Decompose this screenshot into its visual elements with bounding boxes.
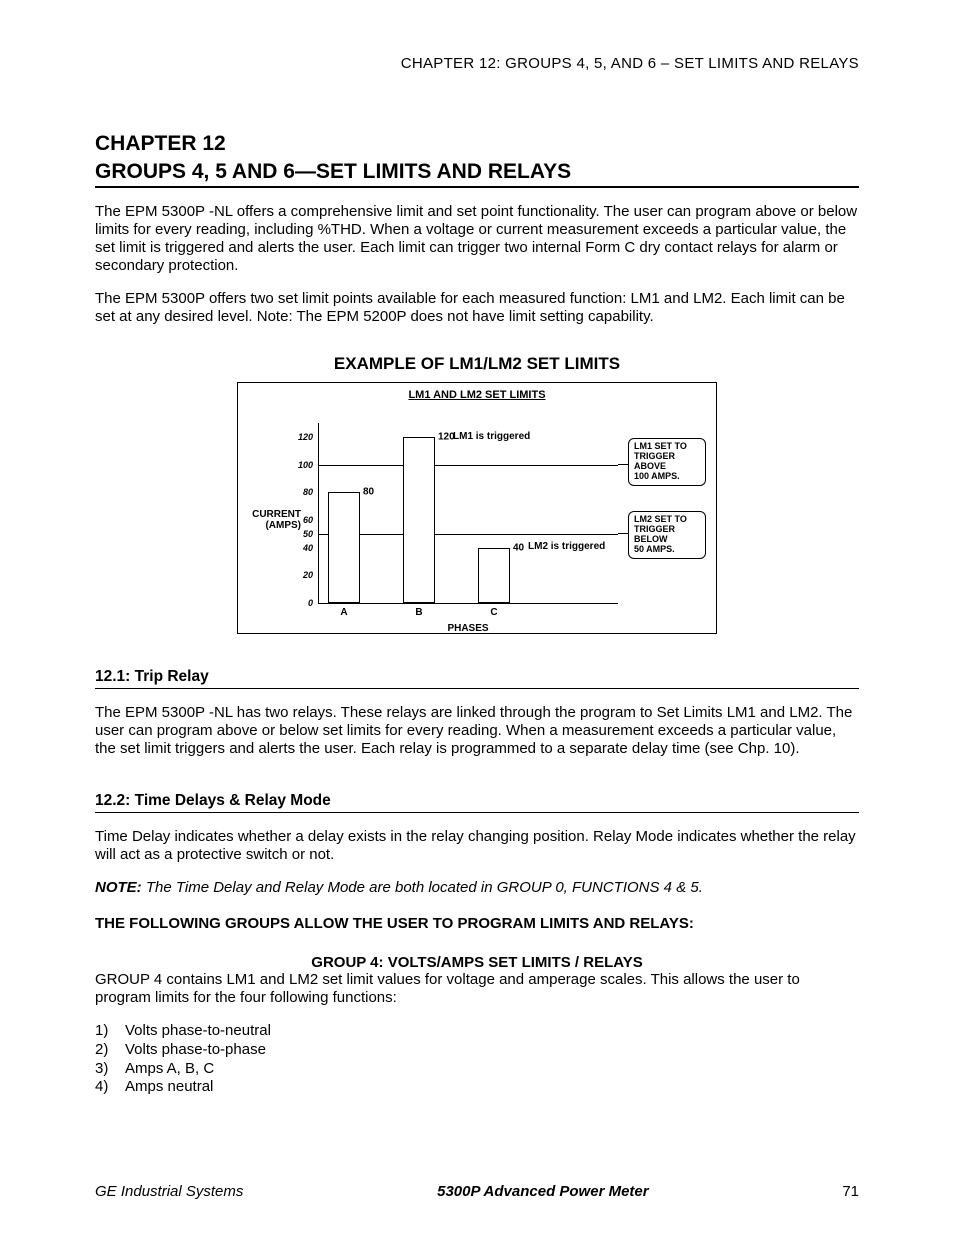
lm1-callout: LM1 SET TO TRIGGER ABOVE 100 AMPS.: [628, 438, 706, 486]
lm1-limit-line: [318, 465, 618, 466]
intro-paragraph-2: The EPM 5300P offers two set limit point…: [95, 290, 859, 326]
x-axis-label: PHASES: [447, 623, 488, 634]
lm1-lm2-chart: LM1 AND LM2 SET LIMITS CURRENT (AMPS) 0 …: [237, 382, 717, 634]
page-footer: GE Industrial Systems 5300P Advanced Pow…: [95, 1183, 859, 1200]
footer-product: 5300P Advanced Power Meter: [437, 1183, 648, 1200]
page-header: CHAPTER 12: GROUPS 4, 5, AND 6 – SET LIM…: [95, 55, 859, 72]
lm2-limit-line: [318, 534, 618, 535]
footer-company: GE Industrial Systems: [95, 1183, 243, 1200]
intro-paragraph-1: The EPM 5300P -NL offers a comprehensive…: [95, 203, 859, 275]
chart-inner-title: LM1 AND LM2 SET LIMITS: [408, 389, 545, 401]
group-4-function-list: 1)Volts phase-to-neutral 2)Volts phase-t…: [95, 1022, 859, 1097]
page-number: 71: [842, 1183, 859, 1200]
bar-phase-b: [403, 437, 435, 603]
list-item: 2)Volts phase-to-phase: [95, 1041, 859, 1060]
bar-phase-a: [328, 492, 360, 603]
note-line: NOTE: The Time Delay and Relay Mode are …: [95, 879, 859, 897]
list-item: 3)Amps A, B, C: [95, 1060, 859, 1079]
group-4-heading: GROUP 4: VOLTS/AMPS SET LIMITS / RELAYS: [95, 954, 859, 971]
section-12-1-body: The EPM 5300P -NL has two relays. These …: [95, 704, 859, 758]
bar-phase-c: [478, 548, 510, 603]
list-item: 4)Amps neutral: [95, 1078, 859, 1097]
lm2-trigger-label: LM2 is triggered: [528, 541, 605, 552]
chapter-number: CHAPTER 12: [95, 132, 859, 156]
example-heading: EXAMPLE OF LM1/LM2 SET LIMITS: [95, 354, 859, 374]
document-page: CHAPTER 12: GROUPS 4, 5, AND 6 – SET LIM…: [0, 0, 954, 1235]
lm2-callout: LM2 SET TO TRIGGER BELOW 50 AMPS.: [628, 511, 706, 559]
chapter-title: GROUPS 4, 5 AND 6—SET LIMITS AND RELAYS: [95, 160, 859, 188]
y-axis-label: CURRENT (AMPS): [246, 509, 301, 531]
lm1-trigger-label: LM1 is triggered: [453, 431, 530, 442]
section-12-2-body: Time Delay indicates whether a delay exi…: [95, 828, 859, 864]
list-item: 1)Volts phase-to-neutral: [95, 1022, 859, 1041]
groups-intro-heading: THE FOLLOWING GROUPS ALLOW THE USER TO P…: [95, 915, 859, 932]
group-4-body: GROUP 4 contains LM1 and LM2 set limit v…: [95, 971, 859, 1007]
plot-area: 0 20 40 50 60 80 100 120 80 120 LM1 is t…: [318, 423, 618, 604]
section-12-1-heading: 12.1: Trip Relay: [95, 668, 859, 689]
section-12-2-heading: 12.2: Time Delays & Relay Mode: [95, 792, 859, 813]
